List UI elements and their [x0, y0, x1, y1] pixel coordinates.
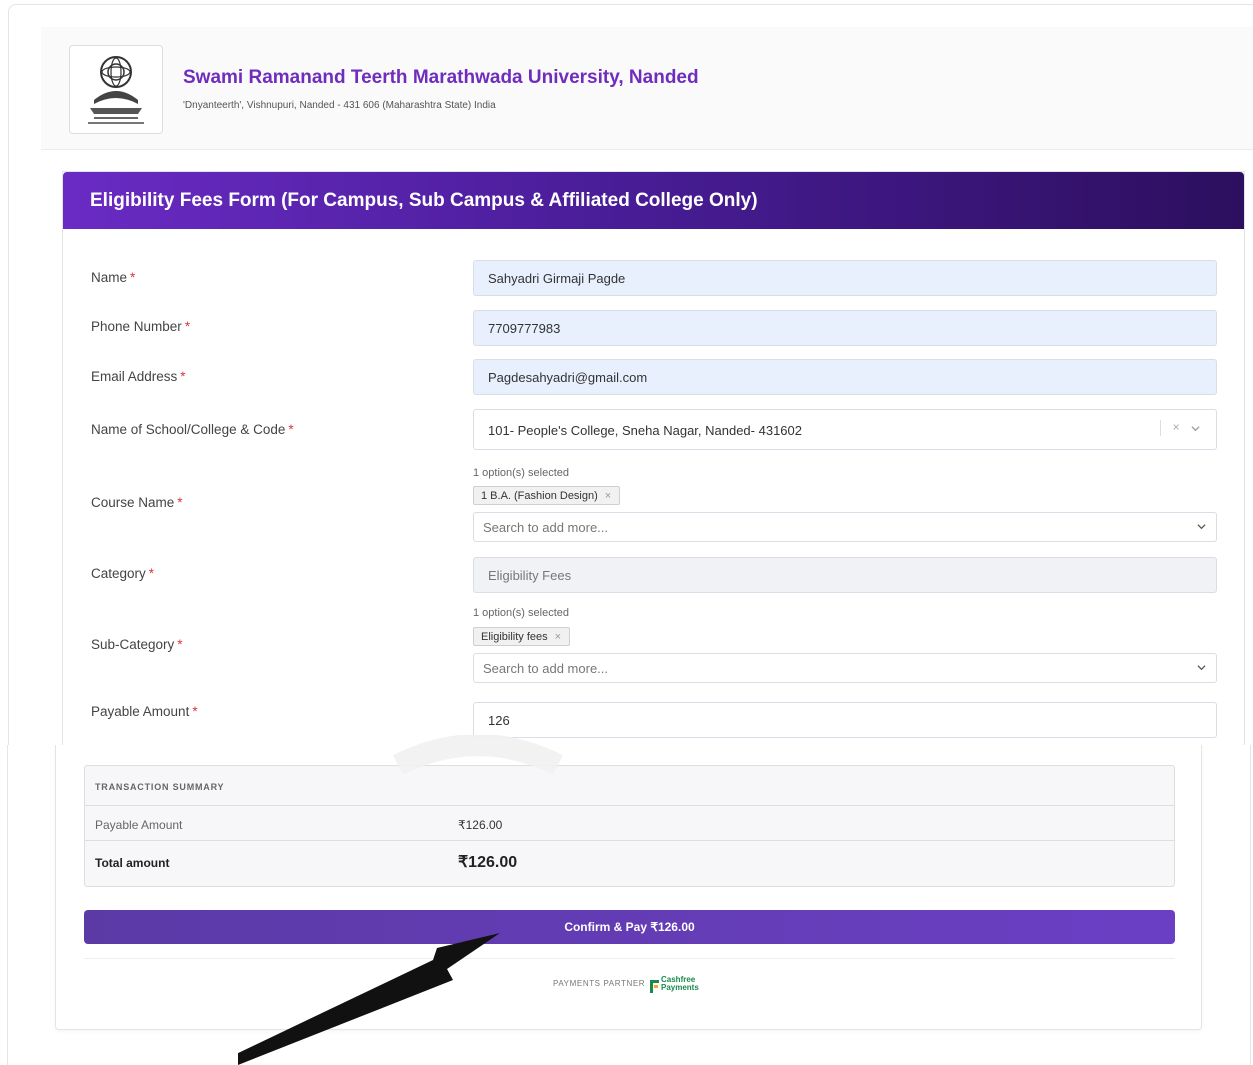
- name-label: Name *: [91, 270, 136, 285]
- university-address: 'Dnyanteerth', Vishnupuri, Nanded - 431 …: [183, 100, 496, 111]
- amount-label: Payable Amount *: [91, 704, 198, 719]
- amount-input[interactable]: 126: [473, 702, 1217, 738]
- name-input[interactable]: Sahyadri Girmaji Pagde: [473, 260, 1217, 296]
- eligibility-form-card: Eligibility Fees Form (For Campus, Sub C…: [62, 171, 1245, 745]
- course-chip-label: 1 B.A. (Fashion Design): [481, 490, 598, 502]
- chevron-down-icon[interactable]: [1191, 424, 1200, 433]
- university-header: Swami Ramanand Teerth Marathwada Univers…: [41, 27, 1253, 150]
- required-marker: *: [177, 495, 183, 510]
- subcategory-search-input[interactable]: Search to add more...: [473, 653, 1217, 683]
- course-selected-count: 1 option(s) selected: [473, 467, 569, 479]
- university-logo: [69, 45, 163, 134]
- annotation-arrow: [238, 735, 563, 1065]
- remove-chip-icon[interactable]: ×: [555, 631, 561, 643]
- chevron-down-icon[interactable]: [1197, 663, 1206, 672]
- subcategory-label: Sub-Category *: [91, 637, 183, 652]
- frame-edge: [1250, 745, 1251, 1065]
- category-input: Eligibility Fees: [473, 557, 1217, 593]
- course-search-input[interactable]: Search to add more...: [473, 512, 1217, 542]
- course-label: Course Name *: [91, 495, 183, 510]
- subcategory-search-placeholder: Search to add more...: [483, 661, 609, 676]
- college-label: Name of School/College & Code *: [91, 422, 294, 437]
- subcategory-chip: Eligibility fees ×: [473, 627, 571, 646]
- required-marker: *: [177, 637, 183, 652]
- course-chip: 1 B.A. (Fashion Design) ×: [473, 486, 621, 505]
- phone-label: Phone Number *: [91, 319, 191, 334]
- phone-input[interactable]: 7709777983: [473, 310, 1217, 346]
- chevron-down-icon[interactable]: [1197, 522, 1206, 531]
- total-amount-label: Total amount: [95, 856, 170, 870]
- frame-edge: [7, 745, 8, 1065]
- course-search-placeholder: Search to add more...: [483, 520, 609, 535]
- clear-icon[interactable]: ×: [1173, 420, 1180, 434]
- required-marker: *: [192, 704, 198, 719]
- subcategory-selected-count: 1 option(s) selected: [473, 607, 569, 619]
- form-header: Eligibility Fees Form (For Campus, Sub C…: [63, 172, 1244, 229]
- remove-chip-icon[interactable]: ×: [605, 490, 611, 502]
- required-marker: *: [180, 369, 186, 384]
- college-select-controls: ×: [1160, 420, 1200, 436]
- category-label: Category *: [91, 566, 155, 581]
- form-title: Eligibility Fees Form (For Campus, Sub C…: [90, 190, 758, 211]
- payable-amount-label: Payable Amount: [95, 818, 183, 832]
- email-label: Email Address *: [91, 369, 186, 384]
- university-name: Swami Ramanand Teerth Marathwada Univers…: [183, 67, 699, 88]
- required-marker: *: [148, 566, 155, 581]
- required-marker: *: [184, 319, 191, 334]
- subcategory-chip-label: Eligibility fees: [481, 631, 548, 643]
- required-marker: *: [288, 422, 294, 437]
- college-select[interactable]: 101- People's College, Sneha Nagar, Nand…: [473, 409, 1217, 450]
- required-marker: *: [130, 270, 136, 285]
- college-select-value: 101- People's College, Sneha Nagar, Nand…: [488, 423, 802, 438]
- email-input[interactable]: Pagdesahyadri@gmail.com: [473, 359, 1217, 395]
